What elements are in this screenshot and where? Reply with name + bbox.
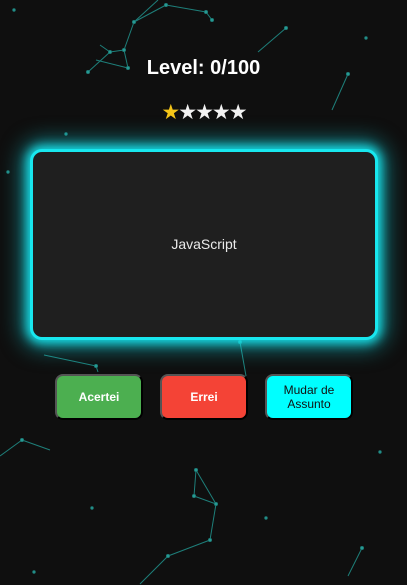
- level-progress-title: Level: 0/100: [146, 57, 261, 79]
- star-empty-icon[interactable]: ★: [229, 101, 248, 125]
- wrong-answer-button[interactable]: Errei: [160, 374, 248, 420]
- star-empty-icon[interactable]: ★: [195, 101, 214, 125]
- difficulty-star-rating: ★★★★★: [0, 101, 407, 125]
- flashcard-subject-text: JavaScript: [171, 236, 237, 252]
- flashcard-screen: Level: 0/100 ★★★★★ JavaScript Acertei Er…: [0, 0, 407, 585]
- star-empty-icon[interactable]: ★: [212, 101, 231, 125]
- correct-answer-button[interactable]: Acertei: [55, 374, 143, 420]
- star-empty-icon[interactable]: ★: [178, 101, 197, 125]
- flashcard[interactable]: JavaScript: [30, 149, 378, 340]
- change-subject-button[interactable]: Mudar de Assunto: [265, 374, 353, 420]
- star-filled-icon[interactable]: ★: [161, 101, 180, 125]
